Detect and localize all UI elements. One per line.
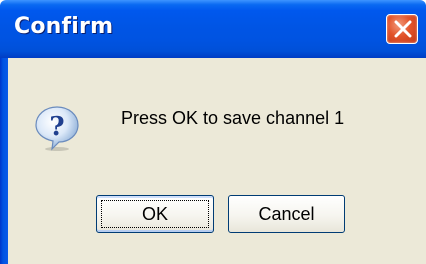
svg-text:?: ?: [49, 112, 64, 142]
question-icon: ?: [35, 106, 79, 151]
close-button[interactable]: [386, 14, 418, 44]
confirm-dialog: Confirm ? Press OK to save channel 1 OK …: [0, 0, 426, 264]
dialog-message: Press OK to save channel 1: [121, 108, 345, 128]
ok-button-label: OK: [141, 204, 168, 224]
ok-button[interactable]: OK: [96, 195, 214, 233]
close-icon: [394, 20, 412, 38]
title-bar[interactable]: Confirm: [0, 0, 426, 58]
cancel-button[interactable]: Cancel: [228, 195, 345, 233]
window-title: Confirm: [14, 14, 114, 39]
window-frame-left: [0, 58, 8, 264]
dialog-body: [8, 58, 426, 264]
